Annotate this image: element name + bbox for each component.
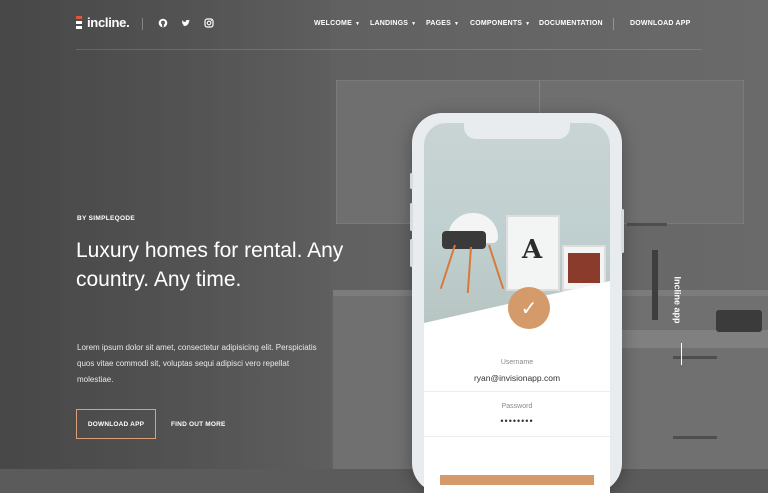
twitter-icon[interactable] <box>181 18 191 28</box>
chevron-down-icon: ▼ <box>354 20 361 27</box>
faucet <box>652 250 658 320</box>
side-label: Incline app <box>672 275 688 365</box>
password-label: Password <box>501 403 533 410</box>
field-divider <box>424 391 610 392</box>
username-label: Username <box>500 359 534 366</box>
hero-eyebrow: BY SIMPLEQODE <box>77 215 135 222</box>
menu-item-pages[interactable]: PAGES ▼ <box>426 20 459 27</box>
phone-side-button <box>410 239 413 267</box>
chevron-down-icon: ▼ <box>411 20 417 27</box>
logo[interactable]: incline. <box>76 15 130 30</box>
password-field[interactable]: •••••••• <box>424 416 610 426</box>
art-frame: A <box>506 215 560 291</box>
wall-shade <box>0 0 330 469</box>
phone-login-button[interactable] <box>440 475 594 485</box>
logo-text: incline. <box>87 15 130 30</box>
checkmark-icon: ✓ <box>508 287 550 329</box>
find-out-more-link[interactable]: FIND OUT MORE <box>171 409 226 439</box>
nav-divider <box>142 18 143 30</box>
hero-headline: Luxury homes for rental. Any country. An… <box>76 239 344 291</box>
phone-mockup: A ✓ Username ryan@invisionapp.com Passwo… <box>410 113 624 493</box>
phone-side-button <box>410 173 413 189</box>
username-field[interactable]: ryan@invisionapp.com <box>424 373 610 383</box>
menu-item-documentation[interactable]: DOCUMENTATION <box>539 20 603 27</box>
instagram-icon[interactable] <box>204 18 214 28</box>
menu-item-welcome[interactable]: WELCOME ▼ <box>314 20 360 27</box>
hero-background <box>0 0 768 469</box>
counter-shelf <box>620 330 768 348</box>
phone-side-button <box>410 203 413 231</box>
art-frame-red <box>562 245 606 291</box>
logo-mark-icon <box>76 15 82 30</box>
nav-underline <box>76 49 702 50</box>
hero-lead-text: Lorem ipsum dolor sit amet, consectetur … <box>77 343 317 384</box>
menu-item-landings[interactable]: LANDINGS ▼ <box>370 20 416 27</box>
side-label-line <box>681 343 682 365</box>
chair-blanket <box>442 231 486 249</box>
chevron-down-icon: ▼ <box>454 20 460 27</box>
field-divider <box>424 436 610 437</box>
menu-item-components[interactable]: COMPONENTS ▼ <box>470 20 530 27</box>
top-navigation: incline. WELCOME ▼ LANDINGS ▼ PAGES ▼ COMPO… <box>0 0 768 50</box>
github-icon[interactable] <box>158 18 168 28</box>
download-app-button[interactable]: DOWNLOAD APP <box>76 409 156 439</box>
nav-download-app-link[interactable]: DOWNLOAD APP <box>630 20 690 27</box>
pot <box>716 310 762 332</box>
side-label-text: Incline app <box>672 276 683 324</box>
phone-side-button <box>621 209 624 253</box>
chevron-down-icon: ▼ <box>525 20 531 27</box>
phone-screen: A ✓ Username ryan@invisionapp.com Passwo… <box>424 123 610 493</box>
phone-notch <box>464 123 570 139</box>
nav-divider <box>613 18 614 30</box>
